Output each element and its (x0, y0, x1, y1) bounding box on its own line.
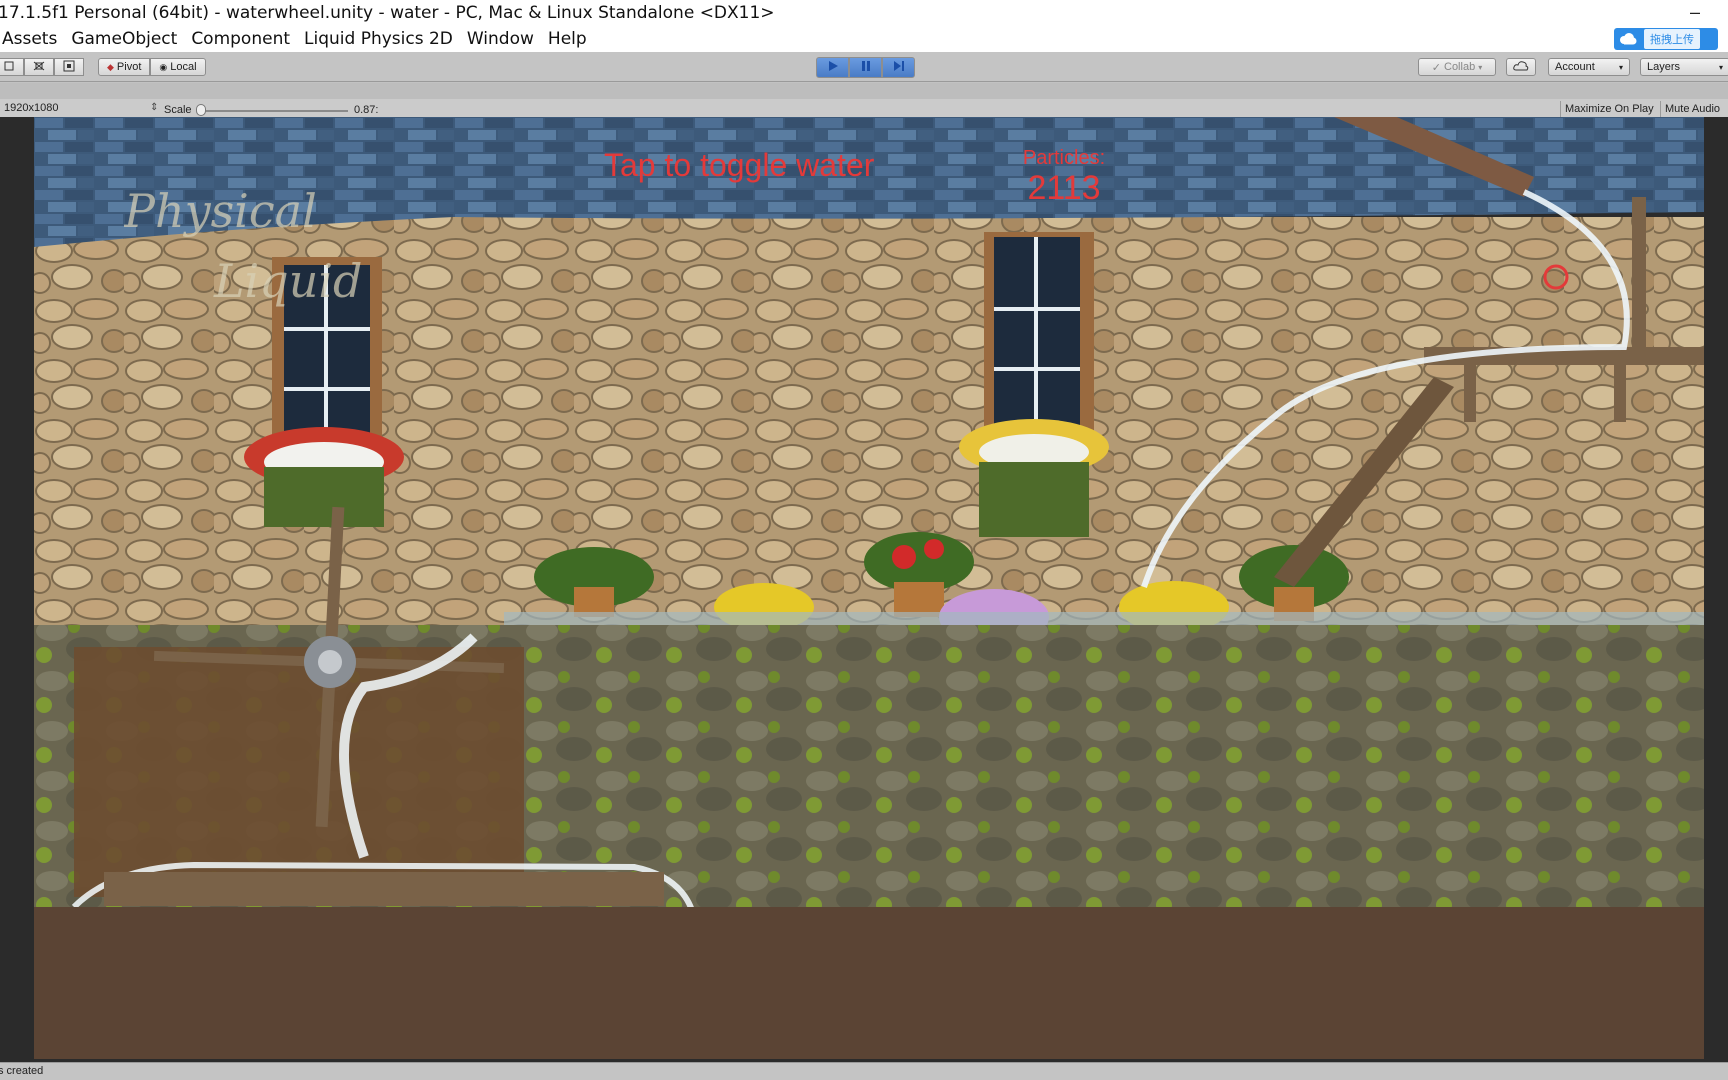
logo-line1: Physical (124, 184, 317, 238)
scale-label: Scale (164, 104, 192, 116)
account-label: Account (1555, 61, 1595, 73)
window-title: 17.1.5f1 Personal (64bit) - waterwheel.u… (0, 3, 775, 23)
chevron-down-icon: ▾ (1718, 62, 1723, 72)
particles-count: 2113 (1027, 169, 1101, 207)
scale-slider-track[interactable] (198, 110, 348, 112)
mute-audio-toggle[interactable]: Mute Audio (1660, 101, 1724, 117)
upload-label: 拖拽上传 (1644, 29, 1700, 49)
transform-tool-button[interactable] (54, 58, 84, 76)
account-dropdown[interactable]: Account ▾ (1548, 58, 1630, 76)
main-toolbar: ◆ Pivot ◉ Local ✓ Collab ▾ Account ▾ Lay… (0, 52, 1728, 82)
play-button[interactable] (816, 57, 849, 78)
logo-line2: Liquid (213, 254, 363, 308)
local-icon: ◉ (159, 61, 168, 72)
physical-liquid-logo: Physical Liquid (124, 157, 384, 317)
pivot-toggle-group: ◆ Pivot ◉ Local (98, 58, 206, 76)
particles-label: Particles: (1022, 147, 1106, 169)
rect-tool-button[interactable] (24, 58, 54, 76)
status-message[interactable]: s created (0, 1065, 43, 1077)
transform-tools (0, 58, 84, 76)
menu-component[interactable]: Component (191, 29, 290, 49)
menu-gameobject[interactable]: GameObject (71, 29, 177, 49)
layers-dropdown[interactable]: Layers ▾ (1640, 58, 1728, 76)
chevron-down-icon: ▾ (1478, 62, 1483, 72)
scale-slider-thumb[interactable] (196, 104, 206, 116)
play-icon (826, 59, 840, 76)
collab-label: Collab (1444, 61, 1476, 73)
local-label: Local (170, 61, 197, 73)
menu-assets[interactable]: Assets (2, 29, 57, 49)
scale-tool-button[interactable] (0, 58, 24, 76)
pause-icon (859, 59, 873, 76)
step-icon (892, 59, 906, 76)
pivot-icon: ◆ (107, 61, 114, 72)
layers-label: Layers (1647, 61, 1681, 73)
game-view-header: 1920x1080 ⇕ Scale 0.87: Maximize On Play… (0, 83, 1728, 117)
tab-strip (0, 83, 1728, 99)
title-bar: 17.1.5f1 Personal (64bit) - waterwheel.u… (0, 0, 1728, 26)
cloud-icon (1513, 60, 1529, 74)
pivot-button[interactable]: ◆ Pivot (98, 58, 151, 76)
cloud-upload-icon (1618, 31, 1638, 47)
chevron-down-icon: ▾ (1618, 62, 1623, 72)
game-scene[interactable]: Physical Liquid Tap to toggle water Part… (34, 117, 1704, 1059)
expand-icon (32, 60, 46, 75)
maximize-on-play-toggle[interactable]: Maximize On Play (1560, 101, 1658, 117)
updown-arrow-icon: ⇕ (150, 102, 159, 113)
tap-to-toggle-text: Tap to toggle water (604, 147, 875, 183)
status-bar: s created (0, 1062, 1728, 1080)
menu-help[interactable]: Help (548, 29, 587, 49)
local-button[interactable]: ◉ Local (150, 58, 206, 76)
resolution-dropdown[interactable]: 1920x1080 (4, 102, 154, 114)
pivot-label: Pivot (116, 61, 142, 73)
scale-tool-icon (2, 60, 16, 75)
rect-select-icon (62, 60, 76, 75)
pause-button[interactable] (849, 57, 882, 78)
check-icon: ✓ (1431, 61, 1441, 74)
playback-controls (816, 57, 915, 78)
step-button[interactable] (882, 57, 915, 78)
cloud-services-button[interactable] (1506, 58, 1536, 76)
menu-window[interactable]: Window (467, 29, 534, 49)
menu-liquid-physics[interactable]: Liquid Physics 2D (304, 29, 453, 49)
menu-bar: Assets GameObject Component Liquid Physi… (0, 26, 1728, 52)
game-viewport[interactable]: Physical Liquid Tap to toggle water Part… (0, 117, 1728, 1062)
scale-value: 0.87: (354, 104, 379, 116)
upload-button[interactable]: 拖拽上传 (1614, 28, 1718, 50)
minimize-button[interactable]: – (1690, 2, 1700, 23)
collab-button[interactable]: ✓ Collab ▾ (1418, 58, 1496, 76)
